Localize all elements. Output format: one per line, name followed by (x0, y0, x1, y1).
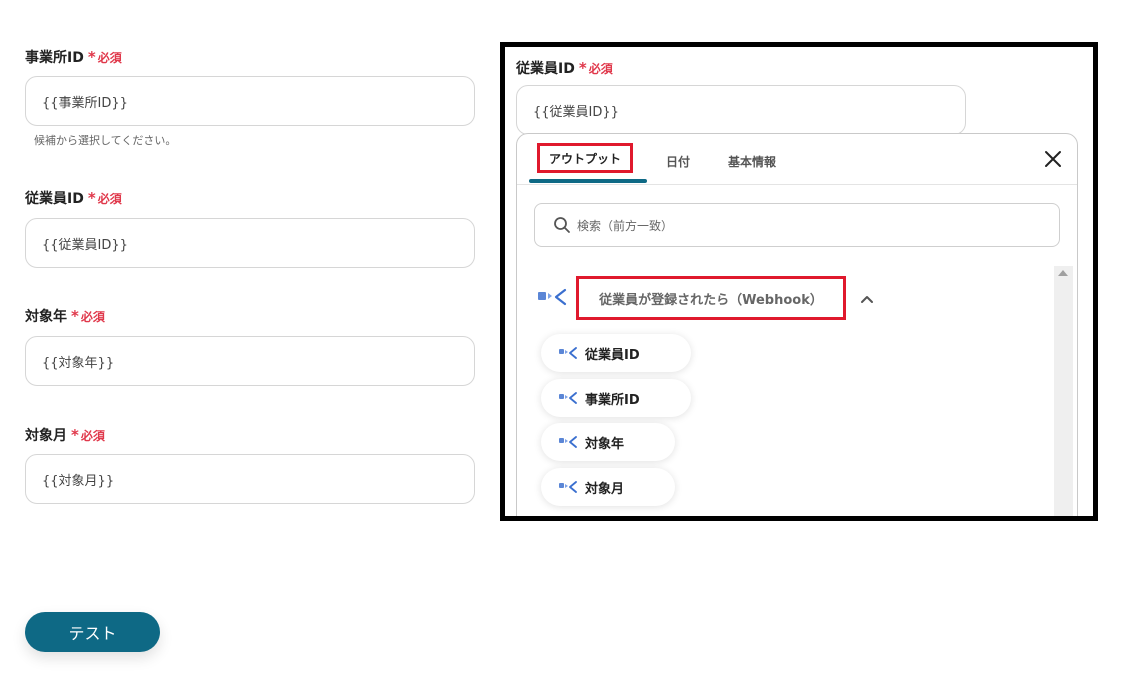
target-month-input[interactable]: {{対象月}} (25, 454, 475, 504)
item-label: 対象年 (585, 436, 625, 452)
office-id-value: {{事業所ID}} (42, 95, 128, 111)
office-id-input[interactable]: {{事業所ID}} (25, 76, 475, 126)
item-label: 対象月 (585, 481, 625, 497)
field-label-employee-id: 従業員ID * 必須 (25, 188, 122, 208)
highlight-frame: 従業員ID * 必須 {{従業員ID}} アウトプット 日付 基本情報 検索（前方… (500, 42, 1098, 521)
active-tab-indicator (529, 179, 647, 183)
list-item[interactable]: 事業所ID (541, 379, 691, 417)
variable-picker-popup: アウトプット 日付 基本情報 検索（前方一致） 従業員が登録されたら（Webho… (516, 133, 1078, 516)
target-year-value: {{対象年}} (42, 355, 115, 371)
employee-id-input[interactable]: {{従業員ID}} (25, 218, 475, 268)
required-text: 必須 (80, 428, 105, 443)
picker-tabs: アウトプット 日付 基本情報 (517, 134, 1077, 185)
required-badge: * 必須 (87, 188, 122, 207)
item-label: 事業所ID (585, 392, 640, 408)
field-label-text: 対象年 (25, 309, 67, 325)
tab-basic-info[interactable]: 基本情報 (728, 153, 776, 170)
tab-date[interactable]: 日付 (666, 153, 690, 170)
list-item[interactable]: 対象年 (541, 423, 675, 461)
tab-output-label: アウトプット (548, 151, 621, 166)
required-text: 必須 (588, 61, 613, 76)
tab-output[interactable]: アウトプット (537, 143, 633, 173)
list-item[interactable]: 従業員ID (541, 334, 691, 372)
group-title: 従業員が登録されたら（Webhook） (599, 292, 823, 308)
field-label-target-month: 対象月 * 必須 (25, 425, 105, 445)
webhook-icon (559, 347, 577, 359)
field-label-target-year: 対象年 * 必須 (25, 306, 105, 326)
search-placeholder: 検索（前方一致） (577, 218, 674, 233)
item-label: 従業員ID (585, 347, 640, 363)
field-label-text: 従業員ID (25, 191, 84, 207)
scrollbar[interactable] (1054, 266, 1073, 516)
required-text: 必須 (97, 191, 122, 206)
scroll-up-arrow[interactable] (1058, 270, 1068, 276)
target-year-input[interactable]: {{対象年}} (25, 336, 475, 386)
required-badge: * 必須 (87, 47, 122, 66)
test-button[interactable]: テスト (25, 612, 160, 652)
list-item[interactable]: 対象月 (541, 468, 675, 506)
target-month-value: {{対象月}} (42, 473, 115, 489)
webhook-icon (559, 392, 577, 404)
required-text: 必須 (97, 50, 122, 65)
required-badge: * 必須 (578, 58, 613, 77)
close-icon[interactable] (1043, 149, 1063, 169)
required-badge: * 必須 (71, 425, 105, 444)
panel-field-label-text: 従業員ID (516, 61, 575, 77)
webhook-icon (538, 288, 567, 306)
office-id-hint: 候補から選択してください。 (34, 134, 177, 147)
required-badge: * 必須 (71, 306, 105, 325)
field-label-text: 事業所ID (25, 50, 84, 66)
search-icon (554, 217, 570, 233)
panel-employee-id-value: {{従業員ID}} (533, 104, 619, 120)
chevron-up-icon[interactable] (860, 294, 874, 304)
panel-employee-id-input[interactable]: {{従業員ID}} (516, 85, 966, 135)
webhook-icon (559, 436, 577, 448)
required-text: 必須 (80, 309, 105, 324)
group-header[interactable]: 従業員が登録されたら（Webhook） (576, 276, 846, 320)
search-input[interactable]: 検索（前方一致） (534, 203, 1060, 247)
field-label-office-id: 事業所ID * 必須 (25, 47, 122, 67)
employee-id-value: {{従業員ID}} (42, 237, 128, 253)
webhook-icon (559, 481, 577, 493)
field-label-text: 対象月 (25, 428, 67, 444)
panel-field-label: 従業員ID * 必須 (516, 58, 613, 78)
